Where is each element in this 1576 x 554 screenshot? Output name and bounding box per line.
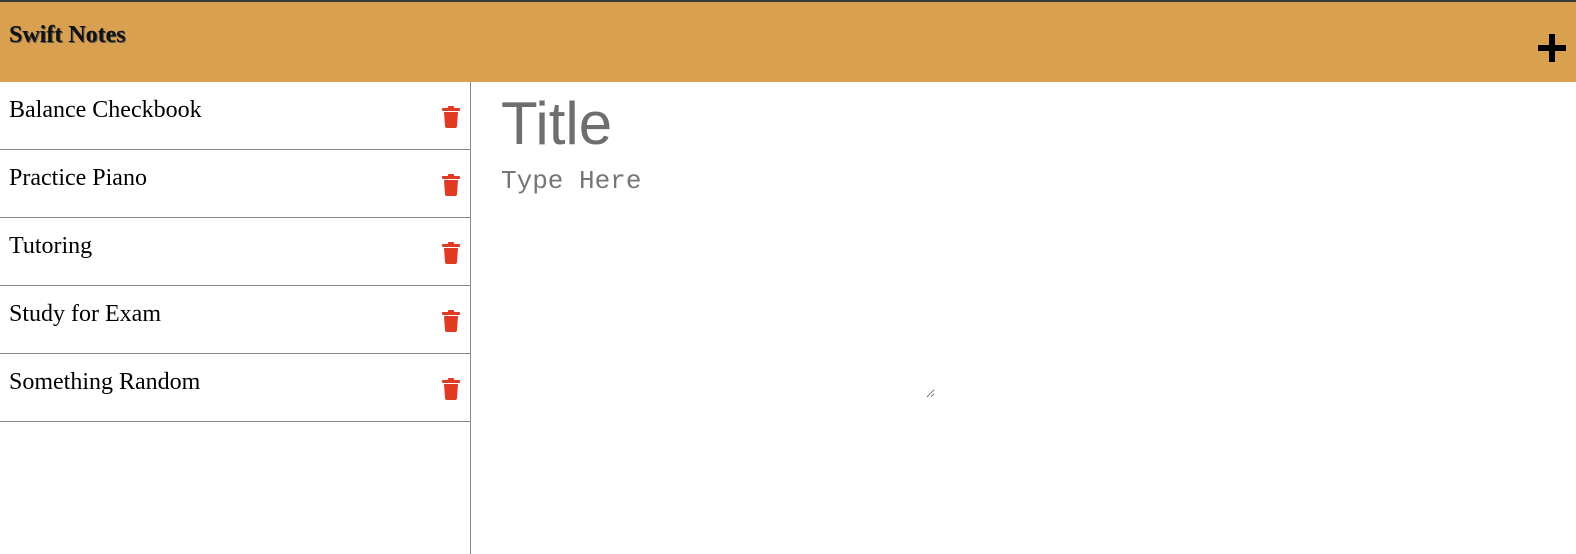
note-body-textarea[interactable] — [501, 166, 935, 398]
note-title: Study for Exam — [9, 301, 161, 327]
list-item[interactable]: Balance Checkbook — [0, 82, 470, 150]
note-title: Balance Checkbook — [9, 97, 202, 123]
app-header: Swift Notes — [0, 0, 1576, 82]
list-item[interactable]: Practice Piano — [0, 150, 470, 218]
list-item[interactable]: Something Random — [0, 354, 470, 422]
note-title: Practice Piano — [9, 165, 147, 191]
trash-icon[interactable] — [442, 378, 460, 400]
plus-icon — [1538, 34, 1566, 62]
trash-icon[interactable] — [442, 174, 460, 196]
note-title: Something Random — [9, 369, 201, 395]
list-item[interactable]: Study for Exam — [0, 286, 470, 354]
list-item[interactable]: Tutoring — [0, 218, 470, 286]
add-note-button[interactable] — [1534, 30, 1570, 66]
note-title-input[interactable] — [501, 88, 1501, 158]
note-editor — [471, 82, 1576, 554]
notes-list: Balance Checkbook Practice Piano Tutorin… — [0, 82, 471, 554]
trash-icon[interactable] — [442, 242, 460, 264]
trash-icon[interactable] — [442, 106, 460, 128]
app-title: Swift Notes — [9, 22, 126, 48]
trash-icon[interactable] — [442, 310, 460, 332]
note-title: Tutoring — [9, 233, 93, 259]
